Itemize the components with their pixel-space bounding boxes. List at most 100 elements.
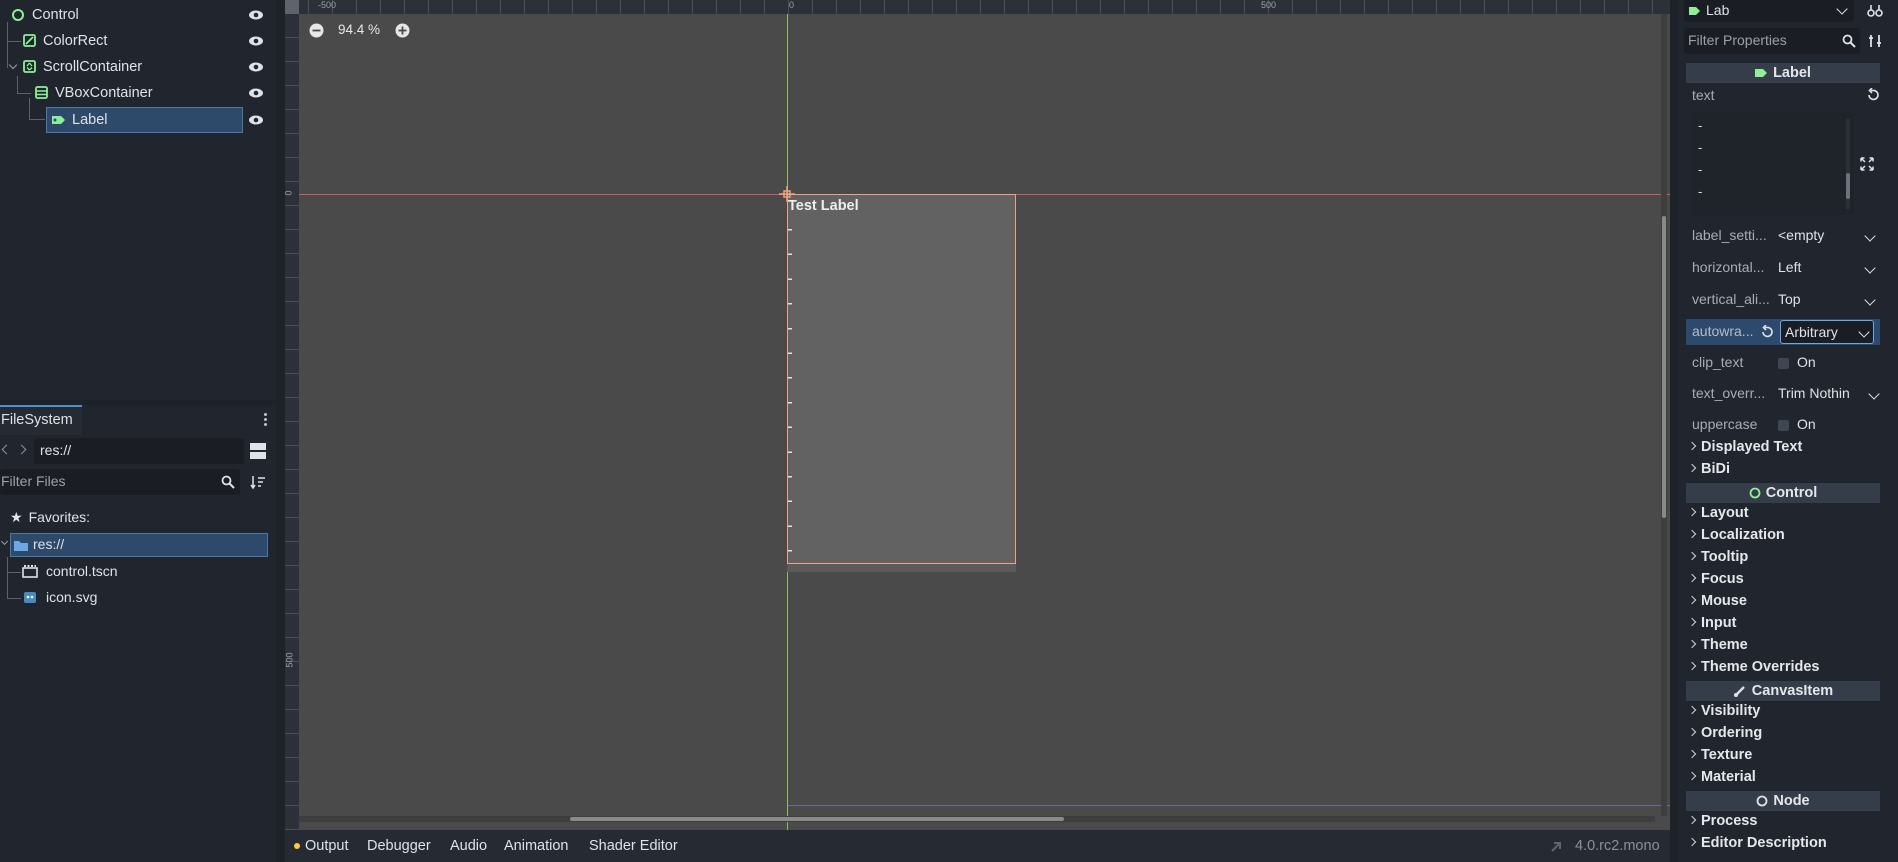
prop-vertical-alignment[interactable]: vertical_ali... Top	[1686, 287, 1880, 313]
control-node-icon	[12, 9, 24, 21]
section-process[interactable]: Process	[1686, 813, 1880, 829]
collapse-arrow-icon[interactable]	[8, 60, 18, 70]
tab-shader-editor[interactable]: Shader Editor	[589, 830, 678, 862]
prop-text-overrun[interactable]: text_overr... Trim Nothin	[1686, 381, 1880, 407]
tools-icon[interactable]	[1868, 33, 1884, 49]
tab-audio[interactable]: Audio	[450, 830, 487, 862]
filter-properties-input[interactable]: Filter Properties	[1684, 28, 1860, 54]
checkbox-icon[interactable]	[1778, 357, 1789, 369]
prop-value: On	[1797, 416, 1816, 432]
tree-guide	[7, 557, 8, 599]
node-history-select[interactable]: Lab	[1684, 0, 1854, 22]
label-text: Test Label	[788, 198, 859, 214]
bottom-panel-bar: Output Debugger Audio Animation Shader E…	[285, 830, 1670, 862]
version-label[interactable]: 4.0.rc2.mono	[1575, 830, 1660, 862]
node-select-value: Lab	[1706, 2, 1730, 18]
tree-item-vboxcontainer[interactable]: VBoxContainer	[32, 81, 240, 105]
visibility-eye-icon[interactable]	[248, 62, 264, 72]
section-label: Localization	[1701, 527, 1785, 543]
section-displayed-text[interactable]: Displayed Text	[1686, 439, 1880, 455]
checkbox-icon[interactable]	[1778, 419, 1789, 431]
file-item[interactable]: control.tscn	[22, 560, 118, 582]
favorites-item[interactable]: ★ Favorites:	[10, 507, 90, 527]
section-ordering[interactable]: Ordering	[1686, 725, 1880, 741]
prop-clip-text[interactable]: clip_text On	[1686, 350, 1880, 376]
revert-icon[interactable]	[1866, 88, 1880, 102]
expand-icon[interactable]	[1859, 156, 1875, 172]
section-layout[interactable]: Layout	[1686, 505, 1880, 521]
h-scrollbar[interactable]	[299, 816, 1655, 822]
revert-icon[interactable]	[1760, 325, 1774, 339]
tab-output[interactable]: Output	[305, 830, 349, 862]
scrollcontainer-icon	[23, 60, 36, 73]
chevron-down-icon	[1864, 294, 1876, 306]
zoom-in-icon[interactable]	[395, 23, 410, 38]
text-scrollbar[interactable]	[1846, 119, 1850, 209]
prop-uppercase[interactable]: uppercase On	[1686, 412, 1880, 438]
v-scrollbar-thumb[interactable]	[1662, 216, 1666, 518]
path-field[interactable]: res://	[34, 438, 244, 464]
object-properties-icon[interactable]	[1866, 2, 1884, 20]
sort-icon[interactable]	[250, 474, 266, 490]
prop-name: text_overr...	[1692, 385, 1766, 401]
tree-item-label: VBoxContainer	[55, 85, 153, 101]
tree-item-control[interactable]: Control	[0, 3, 240, 27]
label-node-icon	[1755, 69, 1768, 78]
section-texture[interactable]: Texture	[1686, 747, 1880, 763]
filter-files-input[interactable]: Filter Files	[0, 469, 240, 495]
section-input[interactable]: Input	[1686, 615, 1880, 631]
v-scrollbar[interactable]	[1661, 14, 1667, 816]
zoom-out-icon[interactable]	[309, 23, 324, 38]
prop-name: text	[1692, 87, 1715, 103]
autowrap-select[interactable]: Arbitrary	[1780, 320, 1874, 344]
filter-placeholder: Filter Files	[1, 473, 66, 489]
section-localization[interactable]: Localization	[1686, 527, 1880, 543]
tree-item-label-selected[interactable]: Label	[46, 107, 243, 133]
prop-horizontal-alignment[interactable]: horizontal... Left	[1686, 255, 1880, 281]
section-theme-overrides[interactable]: Theme Overrides	[1686, 659, 1880, 675]
canvas-viewport[interactable]: -500 0 500 0 500 94.4 % Test Label	[285, 0, 1670, 830]
section-label: Theme Overrides	[1701, 659, 1820, 675]
toggle-split-icon[interactable]	[249, 442, 267, 460]
section-visibility[interactable]: Visibility	[1686, 703, 1880, 719]
section-label: Material	[1701, 769, 1756, 785]
tab-animation[interactable]: Animation	[504, 830, 568, 862]
section-focus[interactable]: Focus	[1686, 571, 1880, 587]
tree-item-label: Label	[72, 112, 108, 128]
section-mouse[interactable]: Mouse	[1686, 593, 1880, 609]
section-theme[interactable]: Theme	[1686, 637, 1880, 653]
h-scrollbar-thumb[interactable]	[570, 817, 1064, 821]
back-arrow-icon[interactable]	[1, 444, 12, 455]
section-material[interactable]: Material	[1686, 769, 1880, 785]
file-item[interactable]: icon.svg	[22, 586, 97, 608]
visibility-eye-icon[interactable]	[248, 10, 264, 20]
visibility-eye-icon[interactable]	[248, 36, 264, 46]
visibility-eye-icon[interactable]	[248, 88, 264, 98]
section-label: Ordering	[1701, 725, 1763, 741]
section-editor-description[interactable]: Editor Description	[1686, 835, 1880, 851]
tab-filesystem[interactable]: FileSystem	[0, 405, 82, 435]
expand-arrow-icon	[1687, 507, 1697, 517]
zoom-level[interactable]: 94.4 %	[338, 22, 380, 37]
forward-arrow-icon[interactable]	[16, 444, 27, 455]
root-folder-item[interactable]: res://	[10, 533, 268, 557]
more-options-icon[interactable]	[264, 413, 268, 429]
section-tooltip[interactable]: Tooltip	[1686, 549, 1880, 565]
label-node-rect[interactable]: Test Label	[787, 194, 1016, 564]
ruler-tick-label: 0	[285, 190, 294, 195]
collapse-arrow-icon[interactable]	[0, 537, 9, 546]
prop-name: label_setti...	[1692, 227, 1767, 243]
prop-label-settings[interactable]: label_setti... <empty	[1686, 223, 1880, 249]
prop-autowrap-mode[interactable]: autowra... Arbitrary	[1686, 319, 1880, 345]
prop-name: vertical_ali...	[1692, 291, 1770, 307]
visibility-eye-icon[interactable]	[248, 115, 264, 125]
tab-debugger[interactable]: Debugger	[367, 830, 431, 862]
svg-file-icon	[24, 592, 36, 603]
tree-item-colorrect[interactable]: ColorRect	[20, 29, 240, 53]
pivot-handle-icon[interactable]	[779, 186, 795, 202]
tree-item-scrollcontainer[interactable]: ScrollContainer	[8, 55, 240, 79]
section-bidi[interactable]: BiDi	[1686, 461, 1880, 477]
text-edit-area[interactable]: - - - -	[1692, 111, 1854, 215]
prop-value: Left	[1778, 259, 1802, 275]
version-update-icon[interactable]	[1549, 840, 1563, 854]
